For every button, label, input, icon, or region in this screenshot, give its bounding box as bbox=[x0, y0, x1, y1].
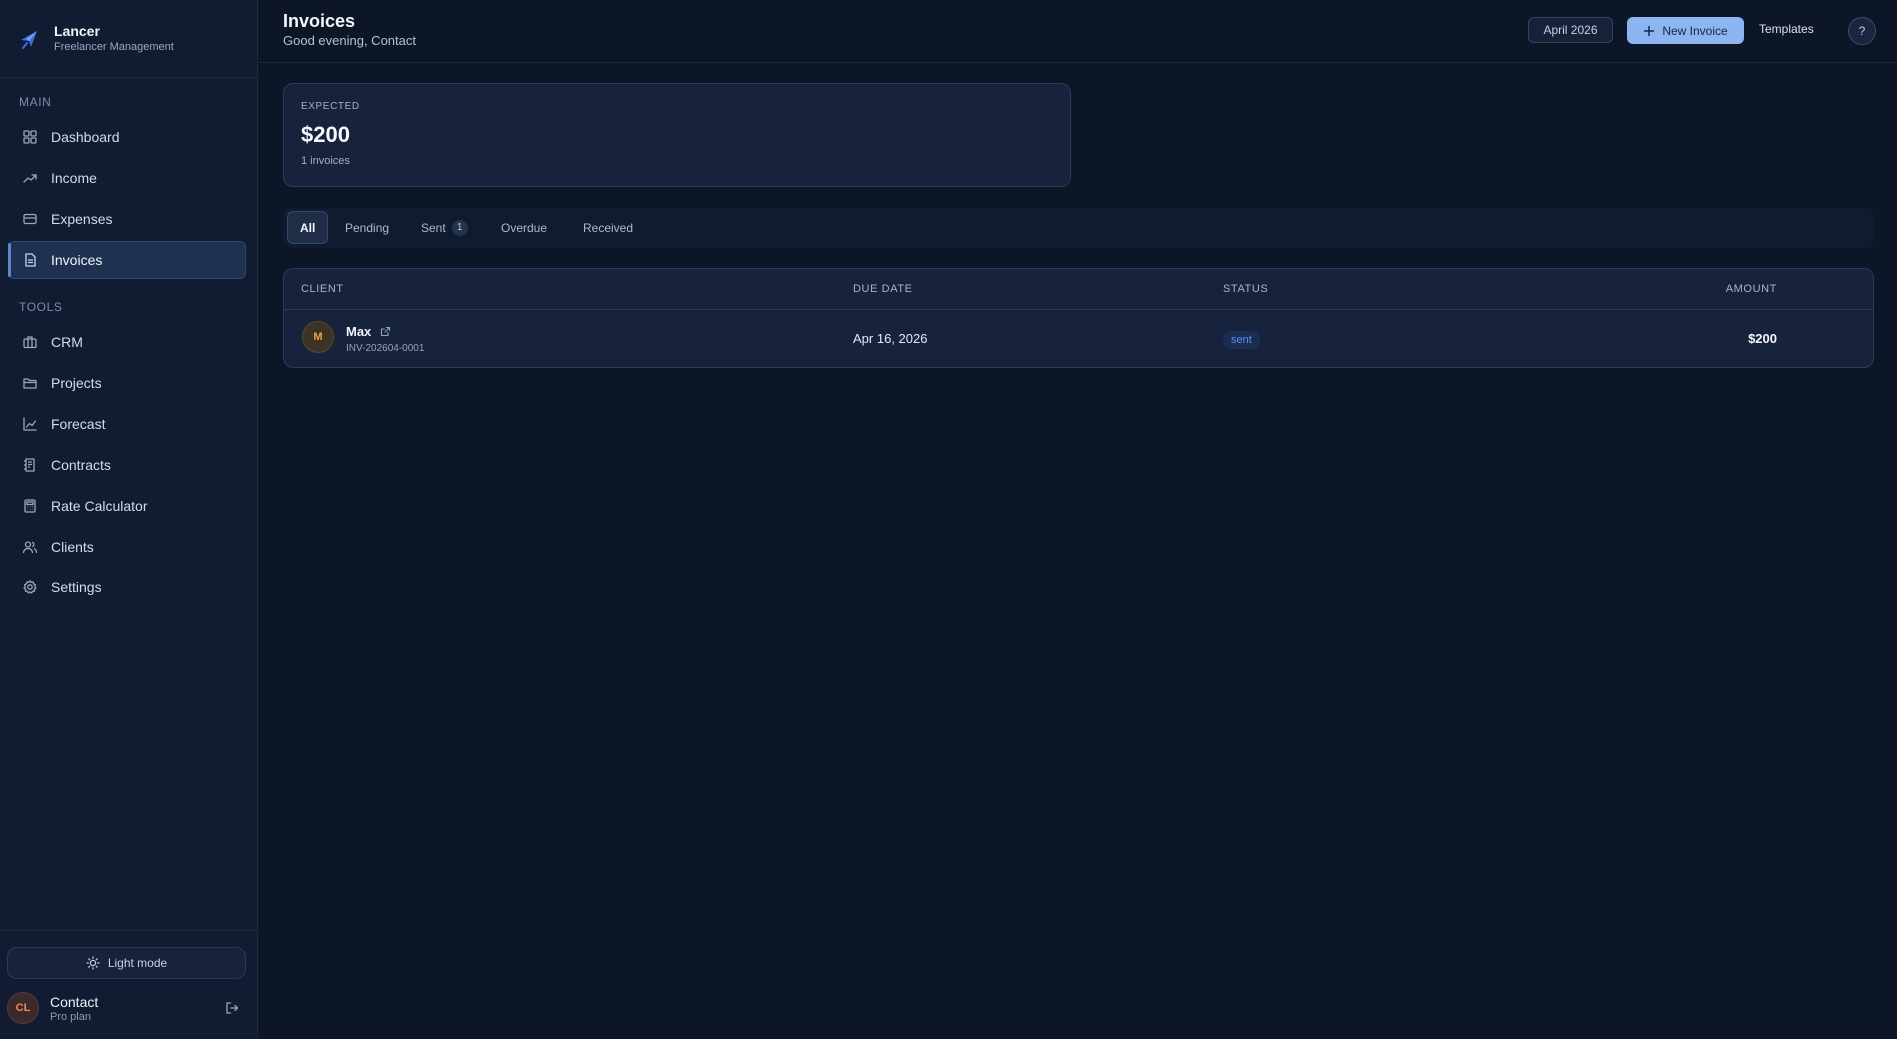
sidebar-item-label: Invoices bbox=[51, 252, 103, 268]
new-invoice-button[interactable]: New Invoice bbox=[1627, 17, 1744, 44]
due-date: Apr 16, 2026 bbox=[853, 331, 928, 346]
document-icon bbox=[25, 253, 36, 267]
folder-icon bbox=[23, 378, 37, 389]
sidebar-item-forecast[interactable]: Forecast bbox=[8, 405, 246, 443]
column-header-status[interactable]: STATUS bbox=[1223, 283, 1268, 295]
logout-icon[interactable] bbox=[224, 1000, 240, 1016]
column-header-client[interactable]: CLIENT bbox=[301, 283, 344, 295]
expected-value: $200 bbox=[301, 122, 350, 147]
expected-label: EXPECTED bbox=[301, 101, 360, 112]
brand-subtitle: Freelancer Management bbox=[54, 41, 174, 53]
light-mode-label: Light mode bbox=[107, 956, 168, 970]
client-avatar: M bbox=[302, 321, 334, 353]
invoice-number: INV-202604-0001 bbox=[346, 343, 425, 354]
month-selector[interactable]: April 2026 bbox=[1528, 17, 1613, 43]
trending-up-icon bbox=[23, 174, 37, 183]
avatar: CL bbox=[7, 992, 39, 1024]
section-label-tools: TOOLS bbox=[19, 300, 63, 314]
sidebar-item-label: Rate Calculator bbox=[51, 498, 148, 514]
user-profile[interactable]: CL Contact Pro plan bbox=[7, 991, 246, 1025]
tab-label: Sent bbox=[421, 220, 446, 235]
contract-icon bbox=[24, 458, 35, 472]
table-row[interactable]: M Max INV-202604-0001 Apr 16, 2026 sent … bbox=[284, 310, 1873, 367]
sidebar-item-contracts[interactable]: Contracts bbox=[8, 446, 246, 484]
tab-sent[interactable]: Sent 1 bbox=[409, 211, 480, 244]
sidebar-item-label: Projects bbox=[51, 375, 102, 391]
templates-button[interactable]: Templates bbox=[1759, 22, 1814, 36]
tab-label: Overdue bbox=[501, 220, 548, 235]
sidebar-footer: Light mode CL Contact Pro plan bbox=[0, 930, 258, 1039]
section-label-main: MAIN bbox=[19, 95, 52, 109]
external-link-icon[interactable] bbox=[380, 326, 391, 337]
sidebar-item-label: Forecast bbox=[51, 416, 106, 432]
plus-icon bbox=[1644, 25, 1655, 36]
tab-label: Pending bbox=[345, 220, 390, 235]
sidebar-item-settings[interactable]: Settings bbox=[8, 568, 246, 606]
page-header: Invoices Good evening, Contact April 202… bbox=[259, 0, 1897, 63]
lancer-logo-icon bbox=[21, 31, 37, 49]
invoices-table: CLIENT DUE DATE STATUS AMOUNT M Max INV-… bbox=[283, 268, 1874, 368]
help-button[interactable]: ? bbox=[1848, 17, 1876, 45]
sidebar-item-label: Contracts bbox=[51, 457, 111, 473]
credit-card-icon bbox=[23, 213, 37, 225]
grid-icon bbox=[23, 130, 37, 144]
brand-name: Lancer bbox=[54, 23, 100, 39]
user-name: Contact bbox=[50, 993, 99, 1010]
sidebar: Lancer Freelancer Management MAIN Dashbo… bbox=[0, 0, 258, 1039]
tab-count-badge: 1 bbox=[451, 219, 468, 236]
sidebar-item-projects[interactable]: Projects bbox=[8, 364, 246, 402]
status-badge: sent bbox=[1223, 331, 1260, 349]
greeting-text: Good evening, Contact bbox=[283, 33, 416, 48]
light-mode-button[interactable]: Light mode bbox=[7, 947, 246, 979]
user-plan: Pro plan bbox=[50, 1010, 91, 1023]
invoice-amount: $200 bbox=[1748, 331, 1777, 346]
line-chart-icon bbox=[23, 417, 37, 431]
sidebar-item-crm[interactable]: CRM bbox=[8, 323, 246, 361]
users-icon bbox=[22, 541, 38, 554]
sidebar-item-label: Dashboard bbox=[51, 129, 120, 145]
briefcase-icon bbox=[23, 336, 37, 349]
sidebar-item-label: Settings bbox=[51, 579, 102, 595]
expected-summary-card: EXPECTED $200 1 invoices bbox=[283, 83, 1071, 187]
sidebar-item-clients[interactable]: Clients bbox=[8, 528, 246, 566]
sidebar-item-income[interactable]: Income bbox=[8, 159, 246, 197]
tab-label: All bbox=[300, 220, 316, 235]
calculator-icon bbox=[24, 499, 36, 513]
sidebar-item-label: Expenses bbox=[51, 211, 113, 227]
invoice-filter-tabs: All Pending Sent 1 Overdue Received bbox=[283, 208, 1874, 248]
sun-icon bbox=[86, 956, 100, 970]
client-name[interactable]: Max bbox=[346, 324, 371, 339]
column-header-amount[interactable]: AMOUNT bbox=[1693, 283, 1777, 295]
column-header-due-date[interactable]: DUE DATE bbox=[853, 283, 913, 295]
sidebar-item-invoices[interactable]: Invoices bbox=[8, 241, 246, 279]
brand[interactable]: Lancer Freelancer Management bbox=[0, 0, 257, 78]
sidebar-item-dashboard[interactable]: Dashboard bbox=[8, 118, 246, 156]
sidebar-item-rate-calculator[interactable]: Rate Calculator bbox=[8, 487, 246, 525]
tab-label: Received bbox=[583, 220, 634, 235]
tab-all[interactable]: All bbox=[287, 211, 329, 244]
table-header: CLIENT DUE DATE STATUS AMOUNT bbox=[284, 269, 1873, 310]
new-invoice-label: New Invoice bbox=[1662, 23, 1728, 38]
sidebar-item-label: Clients bbox=[51, 539, 94, 555]
page-title: Invoices bbox=[283, 11, 356, 31]
sidebar-item-label: Income bbox=[51, 170, 97, 186]
tab-pending[interactable]: Pending bbox=[333, 211, 401, 244]
expected-invoice-count: 1 invoices bbox=[301, 155, 350, 167]
gear-icon bbox=[23, 580, 37, 594]
sidebar-item-expenses[interactable]: Expenses bbox=[8, 200, 246, 238]
tab-received[interactable]: Received bbox=[571, 211, 645, 244]
tab-overdue[interactable]: Overdue bbox=[489, 211, 559, 244]
sidebar-item-label: CRM bbox=[51, 334, 83, 350]
